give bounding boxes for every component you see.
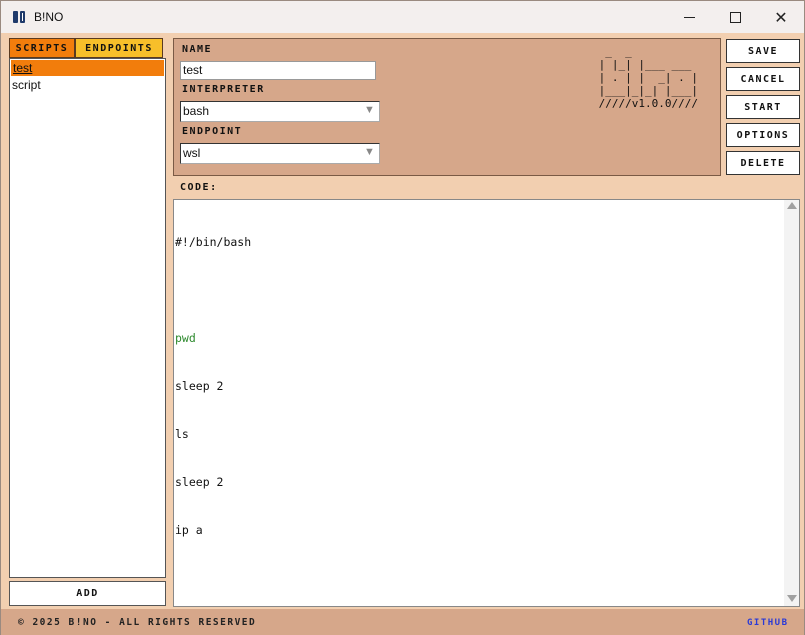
name-label: NAME [182, 44, 213, 55]
code-line: sleep 2 [175, 475, 224, 489]
window-title: B!NO [34, 10, 64, 24]
code-line: ls [175, 427, 189, 441]
code-line: ip a [175, 523, 203, 537]
minimize-icon [683, 16, 695, 18]
tab-endpoints[interactable]: ENDPOINTS [75, 38, 163, 58]
name-input[interactable]: test [180, 61, 376, 80]
list-tabs: SCRIPTS ENDPOINTS [9, 38, 163, 58]
code-line: sleep 2 [175, 379, 224, 393]
code-line: pwd [175, 331, 196, 345]
start-button[interactable]: START [726, 95, 800, 119]
vertical-scrollbar[interactable] [784, 200, 799, 606]
code-label: CODE: [180, 182, 218, 193]
list-item[interactable]: test [11, 60, 164, 76]
app-window: B!NO ✕ SCRIPTS ENDPOINTS test script ADD… [0, 0, 805, 635]
code-line: ​ [175, 282, 251, 298]
interpreter-label: INTERPRETER [182, 84, 265, 95]
endpoint-value: wsl [183, 146, 201, 160]
code-editor[interactable]: #!/bin/bash ​ pwd sleep 2 ls sleep 2 ip … [173, 199, 800, 607]
close-button[interactable]: ✕ [758, 1, 804, 33]
dropdown-arrow-icon: ▼ [364, 104, 375, 116]
list-item[interactable]: script [10, 77, 165, 93]
maximize-icon [729, 11, 741, 23]
endpoint-select[interactable]: wsl ▼ [180, 143, 380, 164]
options-button[interactable]: OPTIONS [726, 123, 800, 147]
add-button[interactable]: ADD [9, 581, 166, 606]
tab-scripts[interactable]: SCRIPTS [9, 38, 75, 58]
cancel-button[interactable]: CANCEL [726, 67, 800, 91]
dropdown-arrow-icon: ▼ [364, 146, 375, 158]
close-icon: ✕ [774, 7, 788, 27]
github-link[interactable]: GITHUB [747, 618, 789, 628]
app-icon [13, 11, 27, 23]
scroll-up-icon[interactable] [787, 202, 797, 209]
interpreter-select[interactable]: bash ▼ [180, 101, 380, 122]
ascii-logo: _ _ | |_| |___ ___ | . | | _| . | |___|_… [598, 45, 698, 110]
maximize-button[interactable] [712, 1, 758, 33]
script-form: NAME test INTERPRETER bash ▼ ENDPOINT ws… [173, 38, 721, 176]
minimize-button[interactable] [666, 1, 712, 33]
interpreter-value: bash [183, 104, 210, 118]
delete-button[interactable]: DELETE [726, 151, 800, 175]
endpoint-label: ENDPOINT [182, 126, 243, 137]
code-text[interactable]: #!/bin/bash ​ pwd sleep 2 ls sleep 2 ip … [175, 202, 251, 570]
code-line: #!/bin/bash [175, 235, 252, 249]
title-bar: B!NO ✕ [1, 1, 804, 33]
footer: © 2025 B!NO - ALL RIGHTS RESERVED GITHUB [1, 609, 804, 635]
copyright-text: © 2025 B!NO - ALL RIGHTS RESERVED [18, 617, 257, 628]
script-list: test script [9, 58, 166, 578]
save-button[interactable]: SAVE [726, 39, 800, 63]
scroll-down-icon[interactable] [787, 595, 797, 602]
